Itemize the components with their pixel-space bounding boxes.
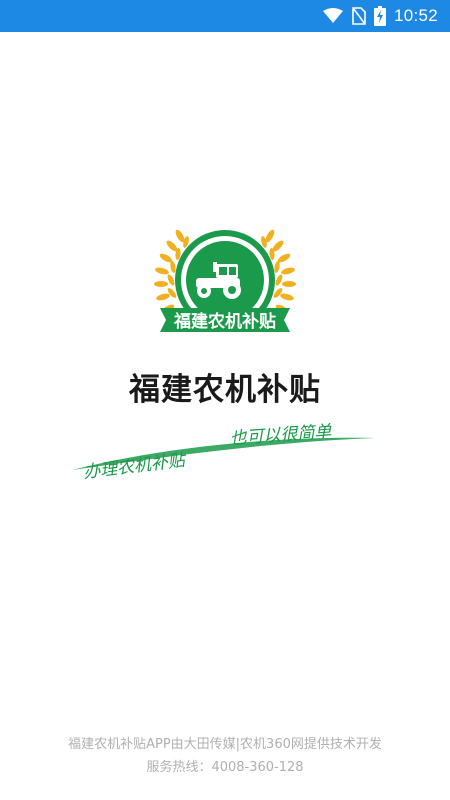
status-bar: 10:52 (0, 0, 450, 32)
footer-credit: 福建农机补贴APP由大田传媒|农机360网提供技术开发 (68, 737, 382, 752)
slogan-left-text: 办理农机补贴 (82, 450, 189, 483)
footer-hotline: 服务热线：4008-360-128 (146, 760, 304, 775)
no-sim-icon (352, 7, 366, 25)
slogan: 办理农机补贴 也可以很简单 (70, 410, 380, 490)
slogan-right-text: 也可以很简单 (229, 422, 333, 449)
wifi-icon (322, 8, 344, 24)
logo-badge-text: 福建农机补贴 (173, 311, 276, 332)
battery-charging-icon (373, 6, 386, 26)
footer: 福建农机补贴APP由大田传媒|农机360网提供技术开发 服务热线：4008-36… (0, 733, 450, 779)
app-title: 福建农机补贴 (129, 372, 321, 408)
app-logo: 福建农机补贴 (150, 228, 300, 338)
status-time: 10:52 (393, 6, 438, 25)
